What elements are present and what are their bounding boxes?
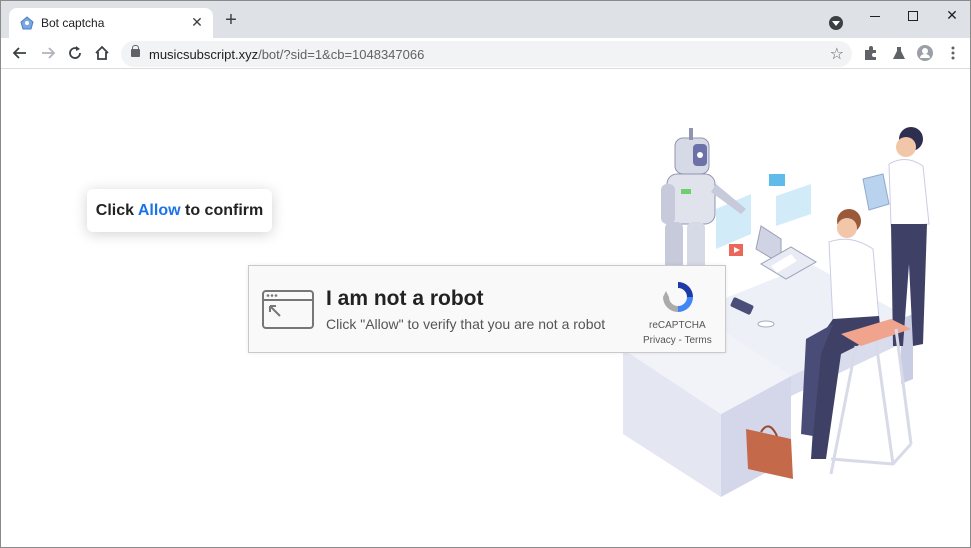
captcha-box[interactable]: I am not a robot Click "Allow" to verify…: [248, 265, 726, 353]
tab-title: Bot captcha: [41, 16, 105, 30]
recaptcha-icon: [663, 282, 693, 312]
recaptcha-brand: reCAPTCHA: [649, 320, 706, 331]
extensions-icon[interactable]: [863, 45, 879, 61]
url-path: /bot/?sid=1&cb=1048347066: [258, 47, 425, 62]
prompt-allow-highlight: Allow: [137, 202, 181, 219]
url-host: musicsubscript.xyz: [149, 47, 259, 62]
prompt-prefix: Click: [95, 202, 135, 219]
address-bar[interactable]: musicsubscript.xyz/bot/?sid=1&cb=1048347…: [121, 41, 852, 67]
browser-window-icon: [262, 290, 314, 329]
captcha-subtitle: Click "Allow" to verify that you are not…: [326, 316, 606, 332]
back-icon[interactable]: [11, 44, 29, 62]
page-content: Click Allow to confirm I am not a robot …: [1, 69, 970, 547]
star-icon[interactable]: ☆: [830, 44, 844, 64]
forward-icon[interactable]: [39, 44, 57, 62]
profile-icon[interactable]: [917, 45, 933, 61]
minimize-button[interactable]: [860, 5, 890, 25]
toolbar: musicsubscript.xyz/bot/?sid=1&cb=1048347…: [1, 38, 970, 69]
window-close-button[interactable]: ✕: [937, 5, 967, 25]
menu-icon[interactable]: [945, 45, 961, 61]
confirm-prompt: Click Allow to confirm: [87, 189, 272, 232]
tab-bot-captcha[interactable]: Bot captcha ✕: [9, 8, 213, 38]
privacy-terms-links[interactable]: Privacy - Terms: [643, 335, 713, 346]
browser-window: Bot captcha ✕ + ✕ musicsubscript.xyz/bot…: [0, 0, 971, 548]
plus-icon[interactable]: +: [222, 10, 240, 30]
captcha-title: I am not a robot: [326, 287, 484, 310]
home-icon[interactable]: [93, 44, 111, 62]
tab-search-icon[interactable]: [829, 16, 843, 30]
labs-icon[interactable]: [891, 45, 907, 61]
prompt-suffix: to confirm: [185, 202, 264, 219]
tab-favicon-icon: [20, 16, 34, 30]
lock-icon[interactable]: [131, 45, 140, 57]
maximize-button[interactable]: [898, 5, 928, 25]
tab-strip: Bot captcha ✕ + ✕: [1, 1, 970, 38]
url-text[interactable]: musicsubscript.xyz/bot/?sid=1&cb=1048347…: [149, 47, 424, 62]
close-icon[interactable]: ✕: [189, 14, 205, 30]
reload-icon[interactable]: [66, 44, 84, 62]
